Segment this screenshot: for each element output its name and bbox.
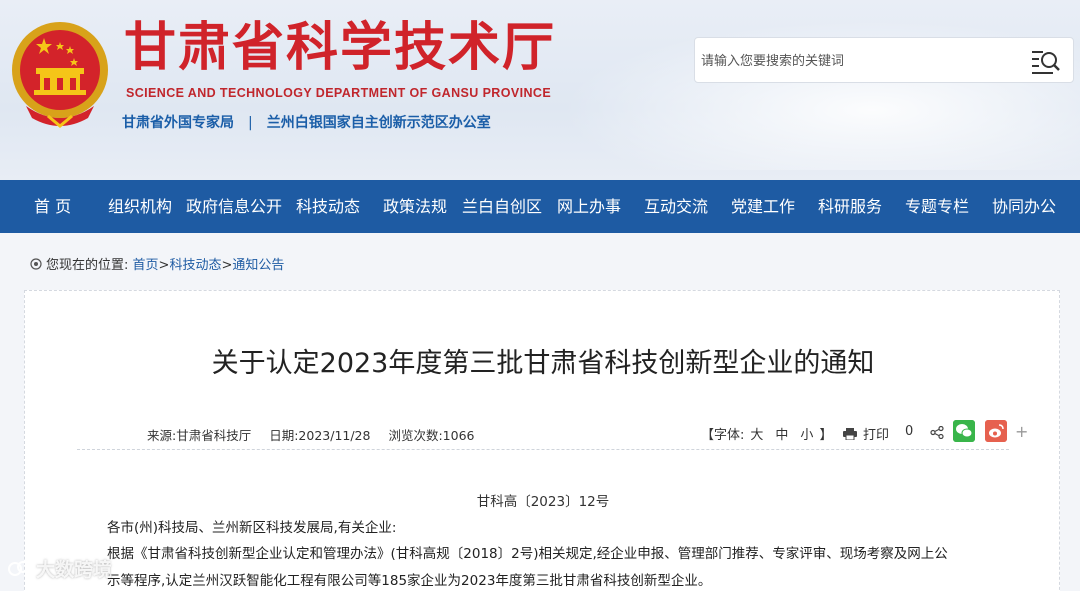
link-foreign-experts-bureau[interactable]: 甘肃省外国专家局	[122, 115, 234, 131]
sub-links: 甘肃省外国专家局 | 兰州白银国家自主创新示范区办公室	[122, 112, 491, 132]
nav-item-home[interactable]: 首 页	[34, 180, 71, 233]
article-salutation: 各市(州)科技局、兰州新区科技发展局,有关企业:	[107, 520, 397, 536]
nav-item-tech-news[interactable]: 科技动态	[296, 180, 360, 233]
weibo-icon[interactable]	[985, 420, 1007, 442]
article-views: 浏览次数:1066	[388, 428, 475, 443]
nav-item-collaborative-office[interactable]: 协同办公	[992, 180, 1056, 233]
meta-divider	[77, 449, 1009, 450]
nav-item-organization[interactable]: 组织机构	[108, 180, 172, 233]
breadcrumb: 您现在的位置: 首页>科技动态>通知公告	[30, 254, 284, 273]
watermark: 大数跨境	[8, 555, 112, 582]
font-large-button[interactable]: 大	[750, 428, 763, 443]
link-separator: |	[248, 115, 253, 131]
site-title: 甘肃省科学技术厅	[124, 17, 557, 78]
link-innovation-zone-office[interactable]: 兰州白银国家自主创新示范区办公室	[267, 115, 491, 131]
wechat-icon[interactable]	[953, 420, 975, 442]
breadcrumb-notices[interactable]: 通知公告	[232, 258, 284, 273]
article-panel: 关于认定2023年度第三批甘肃省科技创新型企业的通知 来源:甘肃省科技厅 日期:…	[24, 290, 1060, 591]
site-header: 甘肃省科学技术厅 SCIENCE AND TECHNOLOGY DEPARTME…	[0, 0, 1080, 180]
breadcrumb-arrow: >	[221, 258, 233, 273]
nav-item-research-services[interactable]: 科研服务	[818, 180, 882, 233]
share-count: 0	[905, 424, 914, 439]
search-box	[694, 37, 1074, 83]
national-emblem-icon[interactable]	[8, 18, 112, 132]
article-body-line: 根据《甘肃省科技创新型企业认定和管理办法》(甘科高规〔2018〕2号)相关规定,…	[107, 546, 948, 562]
nav-item-gov-info[interactable]: 政府信息公开	[186, 180, 282, 233]
nav-item-special-topics[interactable]: 专题专栏	[905, 180, 969, 233]
share-icon[interactable]	[930, 426, 944, 439]
more-share-icon[interactable]: +	[1015, 422, 1028, 441]
print-label: 打印	[863, 428, 890, 443]
font-medium-button[interactable]: 中	[775, 428, 788, 443]
search-icon[interactable]	[1031, 47, 1061, 75]
watermark-logo-icon	[8, 561, 29, 576]
font-small-button[interactable]: 小	[800, 428, 813, 443]
font-size-label: 【字体:	[701, 428, 745, 443]
nav-item-lanbai-zone[interactable]: 兰白自创区	[462, 180, 542, 233]
breadcrumb-home[interactable]: 首页	[133, 258, 159, 273]
location-icon	[30, 258, 42, 270]
document-number: 甘科高〔2023〕12号	[476, 494, 610, 510]
watermark-text: 大数跨境	[36, 559, 113, 581]
nav-item-online-services[interactable]: 网上办事	[557, 180, 621, 233]
main-nav: 首 页 组织机构 政府信息公开 科技动态 政策法规 兰白自创区 网上办事 互动交…	[0, 180, 1080, 233]
nav-item-party-building[interactable]: 党建工作	[731, 180, 795, 233]
article-source: 来源:甘肃省科技厅	[147, 428, 252, 443]
nav-item-interaction[interactable]: 互动交流	[644, 180, 708, 233]
nav-item-policies[interactable]: 政策法规	[383, 180, 447, 233]
article-title: 关于认定2023年度第三批甘肃省科技创新型企业的通知	[211, 348, 875, 379]
site-title-english: SCIENCE AND TECHNOLOGY DEPARTMENT OF GAN…	[126, 86, 552, 100]
breadcrumb-arrow: >	[158, 258, 170, 273]
article-date: 日期:2023/11/28	[269, 428, 371, 443]
printer-icon	[843, 428, 857, 440]
breadcrumb-tech-news[interactable]: 科技动态	[169, 258, 221, 273]
print-button[interactable]: 打印	[843, 424, 889, 443]
breadcrumb-prefix: 您现在的位置:	[46, 258, 129, 273]
font-size-tools: 【字体: 大中小】	[701, 424, 832, 443]
search-input[interactable]	[701, 44, 1021, 78]
article-body-line: 示等程序,认定兰州汉跃智能化工程有限公司等185家企业为2023年度第三批甘肃省…	[107, 573, 712, 589]
article-meta: 来源:甘肃省科技厅 日期:2023/11/28 浏览次数:1066	[147, 425, 488, 444]
font-size-end: 】	[819, 428, 833, 443]
